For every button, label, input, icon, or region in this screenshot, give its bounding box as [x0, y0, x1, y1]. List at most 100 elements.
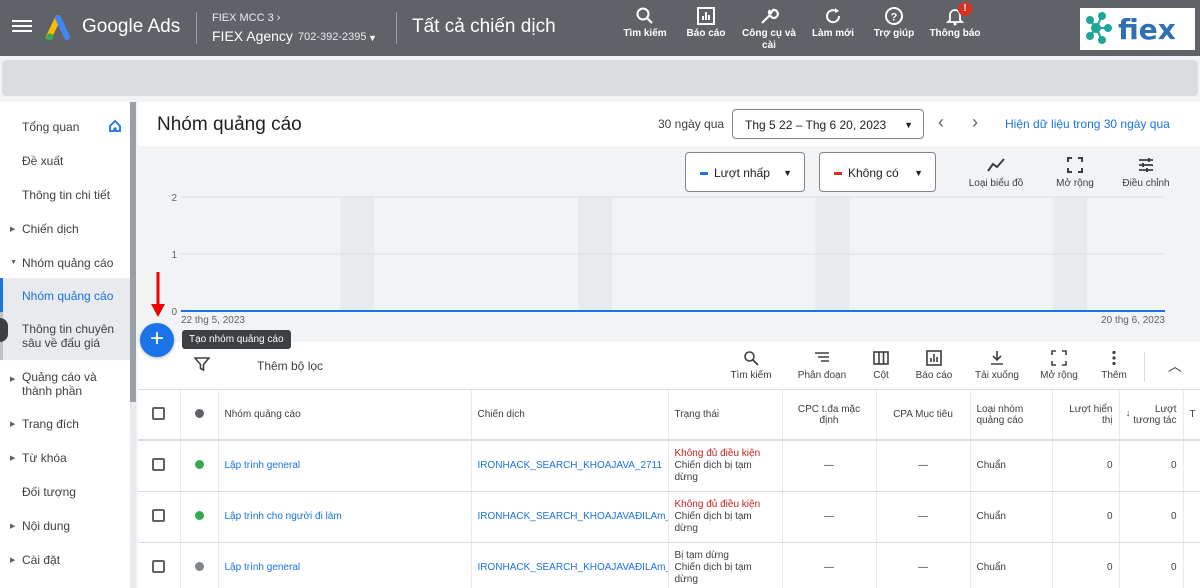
column-header-interactions[interactable]: ↓ Lượt tương tác	[1119, 390, 1184, 441]
add-filter-button[interactable]: Thêm bộ lọc	[257, 359, 323, 373]
refresh-tool-button[interactable]: Làm mới	[810, 6, 856, 39]
search-icon	[744, 351, 759, 366]
y-tick-label: 1	[171, 250, 177, 261]
sidebar-item-landing-pages[interactable]: ▶ Trang đích	[0, 417, 130, 431]
sidebar-item-content[interactable]: ▶ Nội dung	[0, 519, 130, 533]
sidebar-item-keywords[interactable]: ▶ Từ khóa	[0, 451, 130, 465]
table-header-row: Nhóm quảng cáo Chiến dịch Trạng thái CPC…	[138, 390, 1200, 441]
scrollbar-thumb[interactable]	[130, 102, 136, 402]
campaign-link[interactable]: IRONHACK_SEARCH_KHOAJAVAĐILAm_	[478, 511, 668, 522]
table-reports-button[interactable]: Báo cáo	[912, 350, 956, 381]
chevron-up-icon[interactable]: ︿	[1168, 356, 1182, 376]
status-secondary: Chiến dịch bị tạm dừng	[674, 459, 752, 483]
columns-button[interactable]: Cột	[866, 350, 896, 381]
sidebar-item-label: Nội dung	[22, 519, 71, 533]
column-header-ad-group-type[interactable]: Loại nhóm quảng cáo	[970, 390, 1053, 441]
tools-settings-button[interactable]: Công cụ và cài	[742, 6, 796, 52]
toolbar-divider	[1144, 352, 1145, 382]
metric-selector-1[interactable]: Lượt nhấp ▼	[685, 152, 805, 192]
metric-selector-2[interactable]: Không có ▼	[819, 152, 936, 192]
column-header-campaign[interactable]: Chiến dịch	[471, 390, 669, 441]
date-range-select[interactable]: Thg 5 22 – Thg 6 20, 2023 ▼	[732, 109, 924, 139]
max-cpc-cell: —	[782, 491, 877, 543]
ad-group-link[interactable]: Lập trình general	[225, 562, 301, 573]
y-tick-label: 0	[171, 307, 177, 318]
tool-label: Thông báo	[929, 28, 981, 39]
sidebar-item-auction-insights[interactable]: Thông tin chuyên sâu về đấu giá	[0, 312, 130, 360]
column-header-max-cpc[interactable]: CPC t.đa mặc định	[782, 390, 877, 441]
table-row[interactable]: Lập trình general IRONHACK_SEARCH_KHOAJAV…	[138, 440, 1200, 492]
campaign-link[interactable]: IRONHACK_SEARCH_KHOAJAVAĐILAm_	[478, 562, 668, 573]
manager-account-name[interactable]: FIEX MCC 3 ›	[212, 12, 280, 24]
sidebar-item-settings[interactable]: ▶ Cài đặt	[0, 553, 130, 567]
app-title[interactable]: Google Ads	[82, 16, 180, 38]
chart-type-button[interactable]: Loại biểu đồ	[964, 156, 1028, 189]
sidebar-item-ads-assets[interactable]: ▶ Quảng cáo và thành phần	[0, 370, 130, 398]
table-row[interactable]: Lập trình general IRONHACK_SEARCH_KHOAJAV…	[138, 542, 1200, 588]
status-dot-icon[interactable]	[194, 561, 204, 571]
select-all-cell	[138, 390, 181, 441]
toolbar-label: Tải xuống	[975, 370, 1019, 381]
sidebar-item-ad-groups[interactable]: Nhóm quảng cáo	[0, 278, 130, 312]
overflow-cell	[1183, 440, 1200, 492]
svg-text:?: ?	[891, 12, 898, 24]
column-header-ad-group[interactable]: Nhóm quảng cáo	[218, 390, 472, 441]
next-period-button[interactable]: ›	[972, 112, 978, 133]
status-dot-icon[interactable]	[194, 510, 204, 520]
chevron-down-icon: ▼	[914, 168, 923, 178]
sidebar-item-ad-groups-parent[interactable]: ▼ Nhóm quảng cáo	[0, 256, 130, 270]
search-tool-button[interactable]: Tìm kiếm	[622, 6, 668, 39]
sidebar-item-label: Chiến dịch	[22, 222, 79, 236]
column-header-target-cpa[interactable]: CPA Mục tiêu	[876, 390, 971, 441]
sort-arrow-icon: ↓	[1125, 407, 1131, 419]
column-header-status[interactable]: Trạng thái	[668, 390, 783, 441]
column-header-more[interactable]: T	[1183, 390, 1200, 441]
overflow-cell	[1183, 542, 1200, 588]
account-name[interactable]: FIEX Agency	[212, 28, 293, 44]
table-search-button[interactable]: Tìm kiếm	[726, 350, 776, 381]
show-last-30-days-link[interactable]: Hiện dữ liệu trong 30 ngày qua	[1005, 117, 1170, 131]
row-checkbox[interactable]	[152, 559, 166, 573]
ad-group-type-cell: Chuẩn	[970, 542, 1053, 588]
previous-period-button[interactable]: ‹	[938, 112, 944, 133]
segment-button[interactable]: Phân đoạn	[794, 350, 850, 381]
campaign-link[interactable]: IRONHACK_SEARCH_KHOAJAVA_2711	[478, 460, 663, 471]
sidebar-item-audiences[interactable]: Đối tượng	[0, 485, 130, 499]
column-header-impressions[interactable]: Lượt hiển thị	[1052, 390, 1120, 441]
more-button[interactable]: Thêm	[1096, 350, 1132, 381]
ad-group-link[interactable]: Lập trình cho người đi làm	[225, 511, 342, 522]
sidebar-scrollbar[interactable]	[130, 102, 136, 588]
y-tick-label: 2	[171, 193, 177, 204]
home-icon	[109, 119, 121, 132]
google-ads-logo-icon	[46, 15, 70, 41]
select-all-checkbox[interactable]	[152, 406, 166, 420]
chart-expand-button[interactable]: Mở rộng	[1050, 156, 1100, 189]
red-arrow-annotation	[151, 272, 165, 317]
status-primary: Không đủ điều kiện	[674, 498, 761, 510]
sidebar-item-recommendations[interactable]: Đề xuất	[0, 154, 130, 168]
chart-adjust-button[interactable]: Điều chỉnh	[1118, 156, 1174, 189]
help-tool-button[interactable]: ? Trợ giúp	[872, 6, 916, 39]
menu-icon[interactable]	[12, 17, 32, 37]
toolbar-label: Thêm	[1101, 370, 1127, 381]
ad-group-link[interactable]: Lập trình general	[225, 460, 301, 471]
filter-icon[interactable]	[194, 356, 210, 372]
metric-swatch	[834, 172, 842, 176]
page-context[interactable]: Tất cả chiến dịch	[412, 16, 556, 38]
notifications-tool-button[interactable]: Thông báo	[928, 6, 982, 39]
target-cpa-cell: —	[876, 491, 971, 543]
status-dot-icon[interactable]	[194, 459, 204, 469]
sidebar-item-campaigns[interactable]: ▶ Chiến dịch	[0, 222, 130, 236]
sidebar-item-insights[interactable]: Thông tin chi tiết	[0, 188, 130, 202]
table-row[interactable]: Lập trình cho người đi làm IRONHACK_SEARC…	[138, 491, 1200, 543]
expand-arrow-icon: ▶	[10, 226, 16, 233]
divider	[196, 12, 197, 44]
search-strip	[2, 60, 1198, 96]
reports-tool-button[interactable]: Báo cáo	[684, 6, 728, 39]
main-panel: Nhóm quảng cáo 30 ngày qua Thg 5 22 – Th…	[138, 102, 1200, 588]
row-checkbox[interactable]	[152, 457, 166, 471]
row-checkbox[interactable]	[152, 508, 166, 522]
table-expand-button[interactable]: Mở rộng	[1036, 350, 1082, 381]
download-button[interactable]: Tải xuống	[970, 350, 1024, 381]
account-dropdown-icon[interactable]: ▼	[368, 33, 377, 43]
